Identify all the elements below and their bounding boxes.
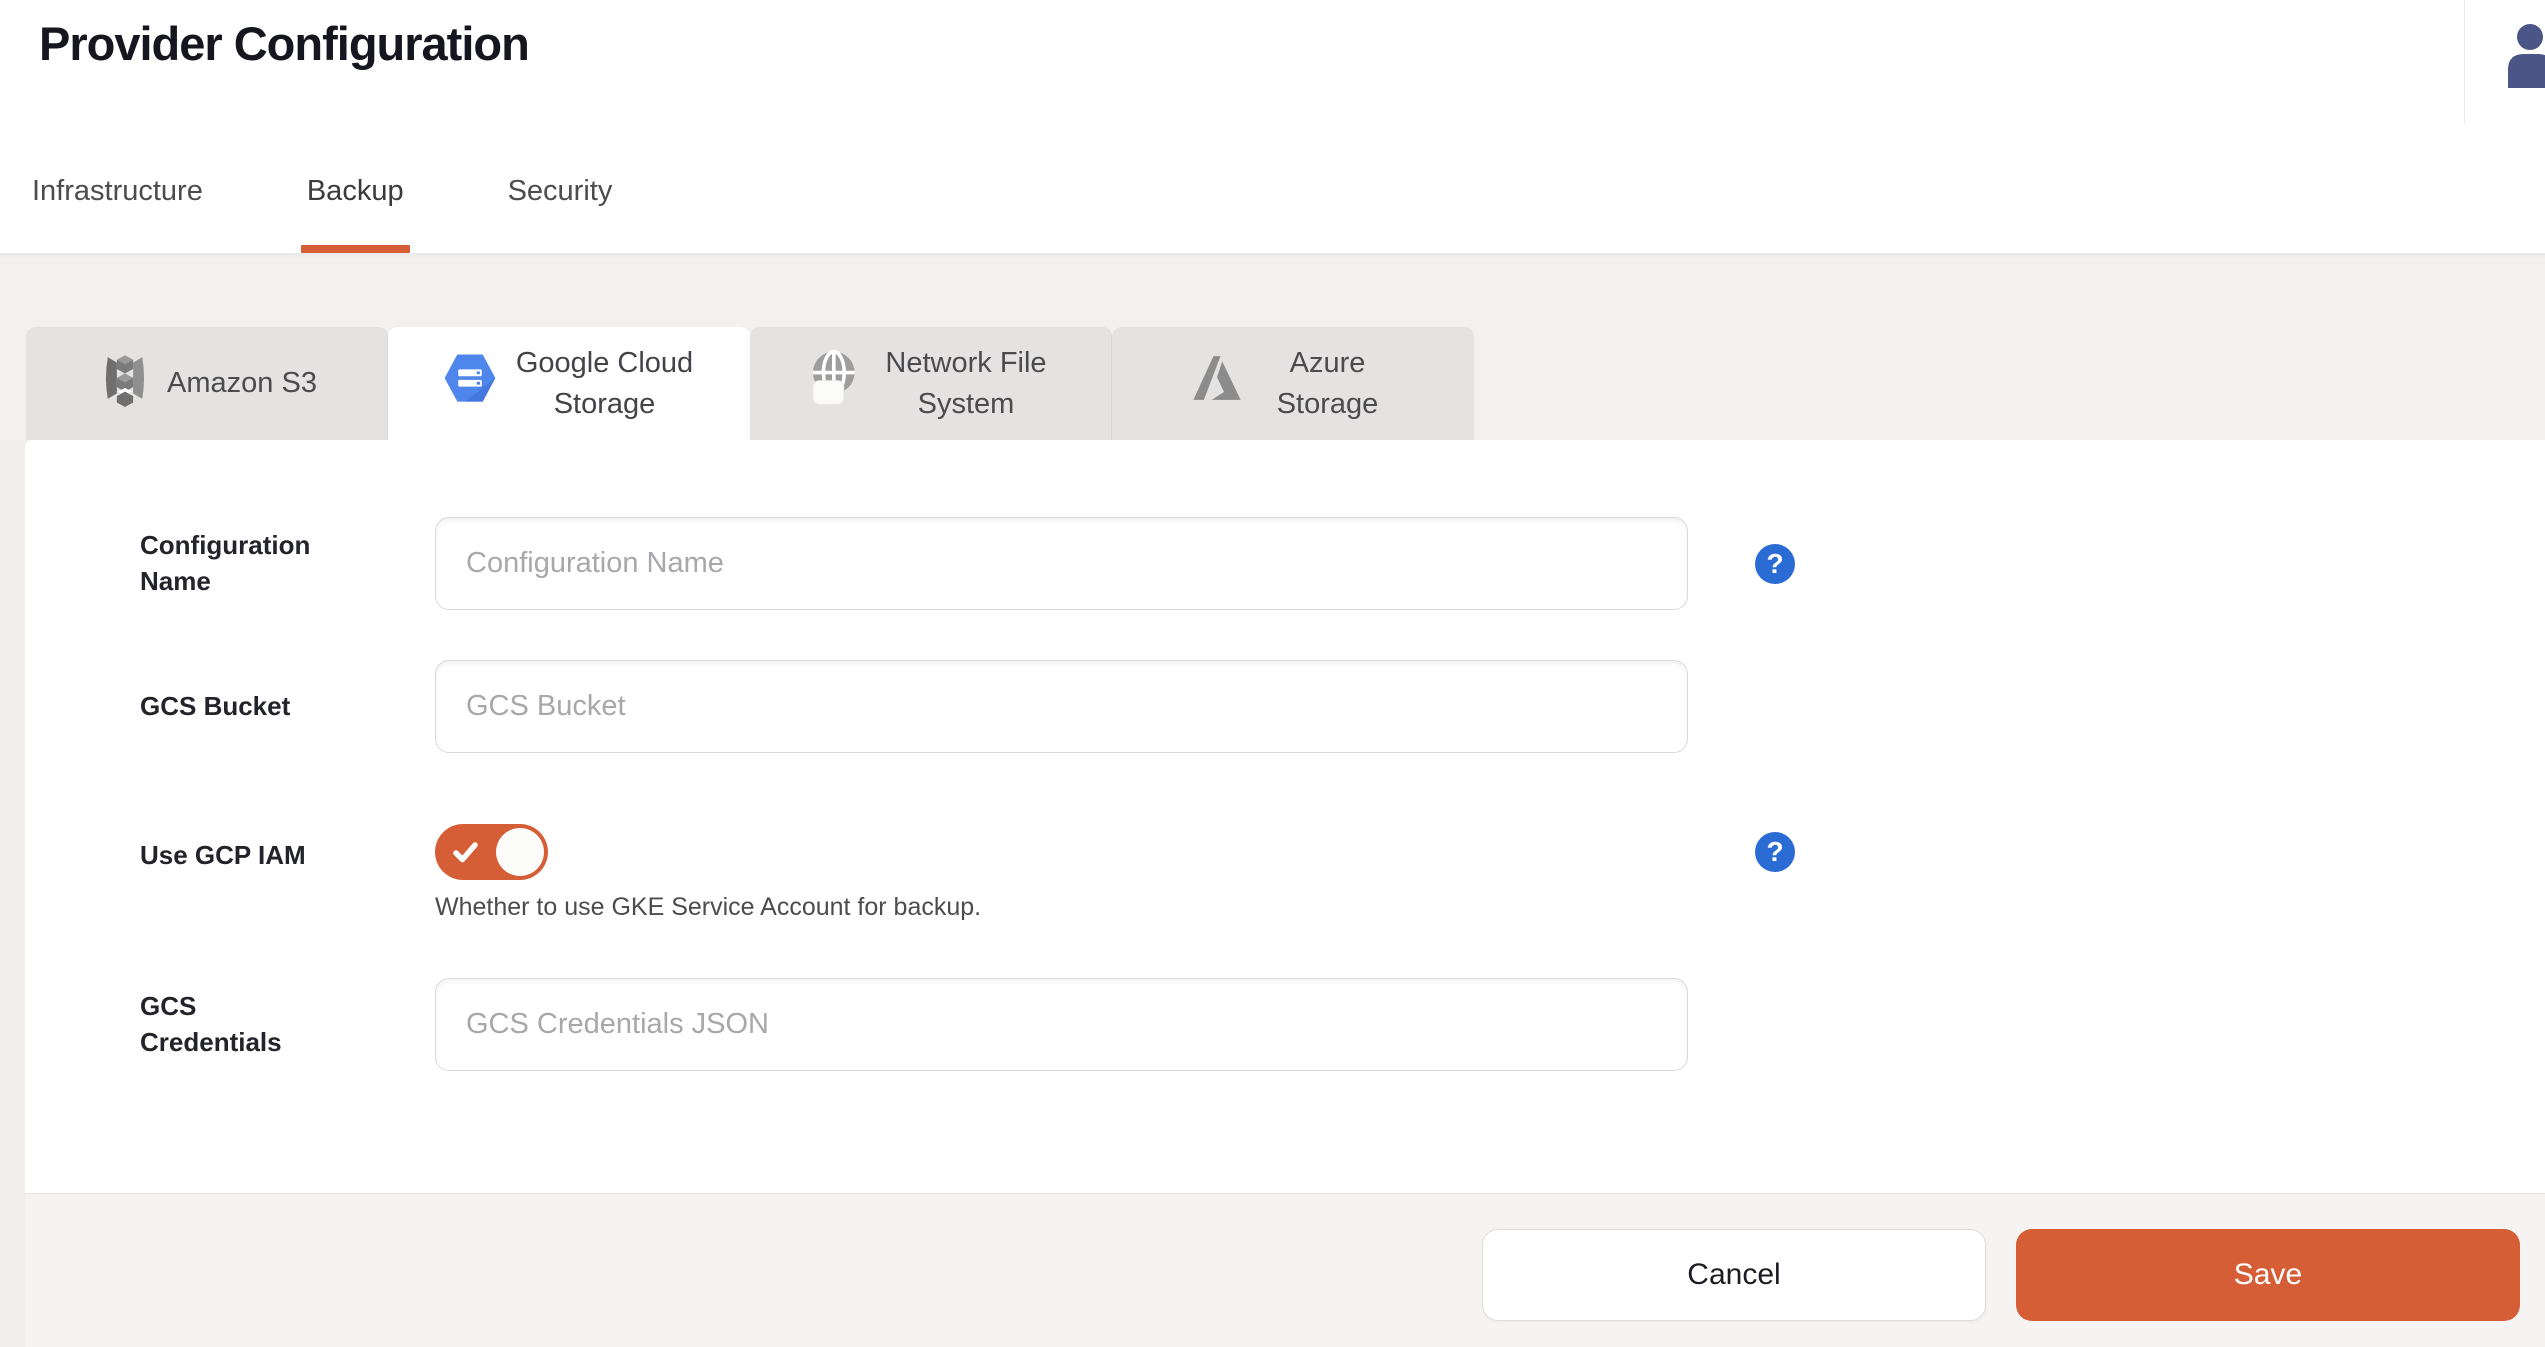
user-icon xyxy=(2499,22,2545,88)
amazon-s3-icon xyxy=(96,347,154,421)
tab-backup[interactable]: Backup xyxy=(304,130,407,253)
use-gcp-iam-row: Use GCP IAM Whether to use GKE Service A… xyxy=(25,824,2545,922)
gcs-bucket-row: GCS Bucket xyxy=(25,660,2545,753)
gcs-credentials-input[interactable] xyxy=(435,978,1688,1071)
provider-tab-azure-storage-label: Azure Storage xyxy=(1258,343,1398,425)
provider-config-panel: Configuration Name ? GCS Bucket Use GCP … xyxy=(25,440,2545,1347)
azure-storage-icon xyxy=(1189,350,1245,418)
gcs-bucket-input[interactable] xyxy=(435,660,1688,753)
page-title: Provider Configuration xyxy=(39,16,529,71)
gcs-credentials-row: GCS Credentials xyxy=(25,978,2545,1071)
form-footer: Cancel Save xyxy=(25,1193,2545,1347)
provider-tab-amazon-s3-label: Amazon S3 xyxy=(167,363,317,404)
gcs-bucket-label: GCS Bucket xyxy=(140,689,435,724)
use-gcp-iam-help-icon[interactable]: ? xyxy=(1755,832,1795,872)
tab-infrastructure-label: Infrastructure xyxy=(32,175,203,208)
provider-tab-amazon-s3[interactable]: Amazon S3 xyxy=(26,327,388,441)
save-button[interactable]: Save xyxy=(2016,1229,2520,1321)
configuration-name-help-icon[interactable]: ? xyxy=(1755,544,1795,584)
cancel-button[interactable]: Cancel xyxy=(1482,1229,1986,1321)
toggle-knob xyxy=(496,828,544,876)
use-gcp-iam-toggle[interactable] xyxy=(435,824,548,880)
section-tabs: Infrastructure Backup Security xyxy=(0,130,2545,253)
tab-security-label: Security xyxy=(508,175,613,208)
configuration-name-row: Configuration Name ? xyxy=(25,517,2545,610)
provider-tab-azure-storage[interactable]: Azure Storage xyxy=(1112,327,1474,441)
gcs-credentials-label: GCS Credentials xyxy=(140,989,435,1059)
user-profile-button[interactable] xyxy=(2499,22,2545,88)
provider-tab-google-cloud-storage[interactable]: Google Cloud Storage xyxy=(388,327,750,441)
use-gcp-iam-label: Use GCP IAM xyxy=(140,824,435,922)
provider-tab-bar: Amazon S3 Google Cloud Storage xyxy=(0,253,2545,440)
provider-tab-network-file-system[interactable]: Network File System xyxy=(750,327,1112,441)
network-file-system-icon xyxy=(803,347,861,421)
toggle-check-icon xyxy=(452,840,479,870)
google-cloud-storage-icon xyxy=(441,349,499,419)
use-gcp-iam-helper-text: Whether to use GKE Service Account for b… xyxy=(435,893,1688,922)
header: Provider Configuration xyxy=(0,0,2545,130)
configuration-name-label: Configuration Name xyxy=(140,528,435,598)
header-divider xyxy=(2464,0,2465,124)
provider-tab-google-cloud-storage-label: Google Cloud Storage xyxy=(512,343,697,425)
provider-tab-network-file-system-label: Network File System xyxy=(874,343,1059,425)
tab-security[interactable]: Security xyxy=(505,130,616,253)
configuration-name-input[interactable] xyxy=(435,517,1688,610)
tab-backup-label: Backup xyxy=(307,175,404,208)
tab-infrastructure[interactable]: Infrastructure xyxy=(29,130,206,253)
